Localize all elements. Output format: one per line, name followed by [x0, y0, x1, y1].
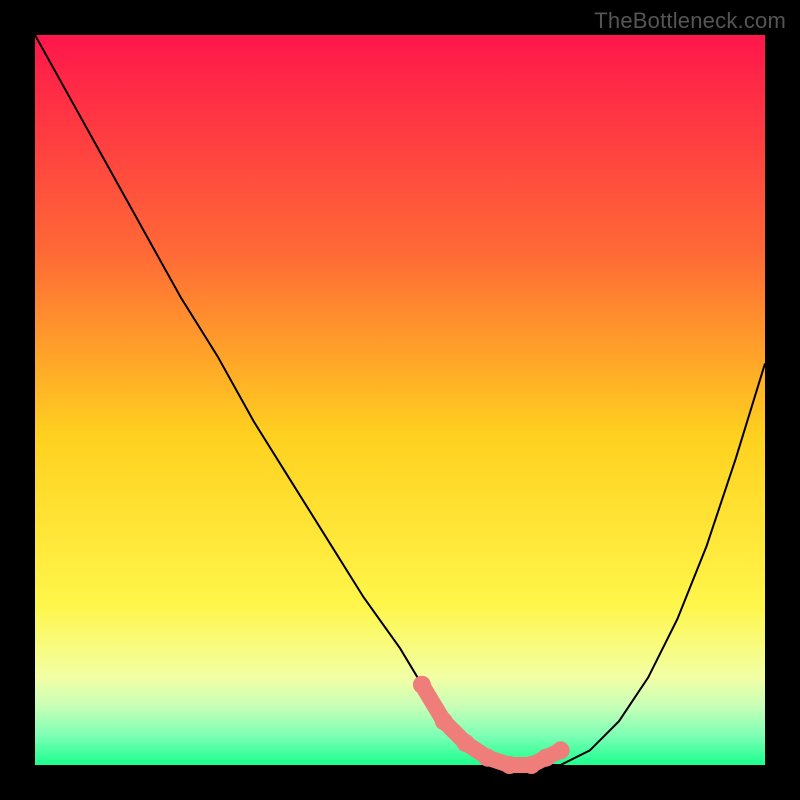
- bottleneck-chart: [0, 0, 800, 800]
- optimal-point: [479, 749, 497, 767]
- chart-container: TheBottleneck.com: [0, 0, 800, 800]
- watermark-text: TheBottleneck.com: [594, 8, 786, 34]
- optimal-point: [435, 712, 453, 730]
- optimal-point: [552, 741, 570, 759]
- optimal-point: [457, 734, 475, 752]
- optimal-point: [413, 676, 431, 694]
- optimal-point: [501, 756, 519, 774]
